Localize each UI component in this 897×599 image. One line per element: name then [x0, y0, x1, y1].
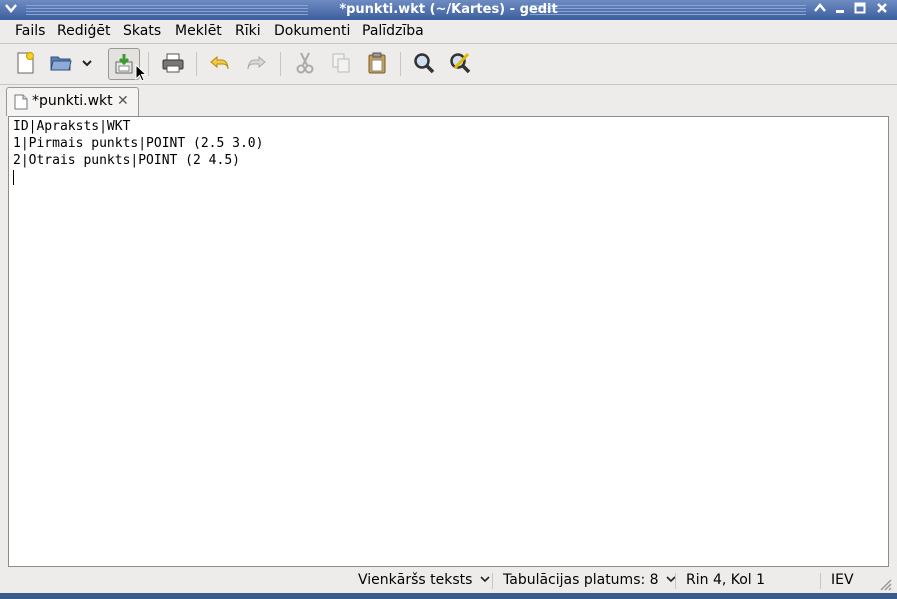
language-selector[interactable]: Vienkāršs teksts — [358, 572, 490, 588]
language-label: Vienkāršs teksts — [358, 572, 473, 588]
copy-icon — [332, 53, 350, 73]
maximize-icon[interactable] — [851, 1, 869, 19]
toolbar-separator — [148, 52, 149, 76]
cut-icon — [296, 52, 314, 74]
text-editor[interactable]: ID|Apraksts|WKT 1|Pirmais punkts|POINT (… — [8, 116, 889, 567]
toolbar — [0, 44, 897, 84]
menu-rediget[interactable]: Rediģēt — [57, 23, 110, 39]
toolbar-separator — [196, 52, 197, 76]
menu-skats[interactable]: Skats — [123, 23, 161, 39]
toolbar-separator — [400, 52, 401, 76]
chevron-down-icon — [480, 576, 490, 583]
menu-palidziba[interactable]: Palīdzība — [362, 23, 424, 39]
search-replace-button[interactable] — [445, 48, 475, 78]
menu-bar: Fails Rediģēt Skats Meklēt Rīki Dokument… — [0, 20, 897, 42]
menu-dokumenti[interactable]: Dokumenti — [274, 23, 350, 39]
menu-meklet[interactable]: Meklēt — [175, 23, 222, 39]
shade-window-icon[interactable] — [811, 1, 829, 19]
close-window-icon[interactable] — [873, 1, 891, 19]
dropdown-arrow-icon — [82, 60, 92, 67]
open-button[interactable] — [46, 48, 76, 78]
open-folder-icon — [50, 56, 72, 71]
insert-mode: IEV — [831, 572, 854, 588]
resize-grip-icon[interactable] — [878, 577, 892, 591]
search-icon — [414, 53, 435, 74]
tab-width-label: Tabulācijas platums: 8 — [503, 572, 659, 588]
paste-icon — [368, 52, 386, 74]
menu-fails[interactable]: Fails — [15, 23, 45, 39]
save-icon — [115, 54, 133, 74]
new-document-button[interactable] — [10, 48, 40, 78]
window-title: *punkti.wkt (~/Kartes) - gedit — [339, 2, 558, 17]
editor-line: 1|Pirmais punkts|POINT (2.5 3.0) — [13, 136, 264, 151]
redo-button[interactable] — [241, 48, 271, 78]
cursor-position: Rin 4, Kol 1 — [686, 572, 766, 588]
cut-button[interactable] — [290, 48, 320, 78]
print-icon — [162, 53, 184, 73]
print-button[interactable] — [158, 48, 188, 78]
new-document-icon — [17, 52, 34, 74]
search-replace-icon — [450, 52, 471, 74]
copy-button[interactable] — [326, 48, 356, 78]
gedit-window: *punkti.wkt (~/Kartes) - gedit Fails Red… — [0, 0, 897, 599]
undo-icon — [210, 55, 229, 70]
menu-riki[interactable]: Rīki — [235, 23, 261, 39]
statusbar-separator — [820, 573, 821, 589]
redo-icon — [247, 55, 266, 70]
tab-punkti-wkt[interactable]: *punkti.wkt ✕ — [6, 87, 139, 116]
tab-width-selector[interactable]: Tabulācijas platums: 8 — [503, 572, 676, 588]
editor-line: ID|Apraksts|WKT — [13, 119, 131, 134]
toolbar-separator — [280, 52, 281, 76]
text-caret — [13, 170, 14, 185]
statusbar-separator — [492, 573, 493, 589]
status-bar: Vienkāršs teksts Tabulācijas platums: 8 … — [0, 570, 897, 592]
title-bar[interactable]: *punkti.wkt (~/Kartes) - gedit — [0, 0, 897, 20]
mouse-cursor-icon — [135, 64, 148, 82]
window-bottom-border — [0, 593, 897, 599]
undo-button[interactable] — [205, 48, 235, 78]
paste-button[interactable] — [362, 48, 392, 78]
search-button[interactable] — [409, 48, 439, 78]
statusbar-separator — [675, 573, 676, 589]
toolbar-divider — [0, 84, 897, 85]
minimize-icon[interactable] — [831, 1, 849, 19]
document-icon — [14, 94, 28, 110]
close-tab-icon[interactable]: ✕ — [117, 93, 129, 109]
tab-label: *punkti.wkt — [32, 93, 113, 109]
editor-line: 2|Otrais punkts|POINT (2 4.5) — [13, 153, 240, 168]
open-recent-dropdown[interactable] — [78, 48, 96, 78]
